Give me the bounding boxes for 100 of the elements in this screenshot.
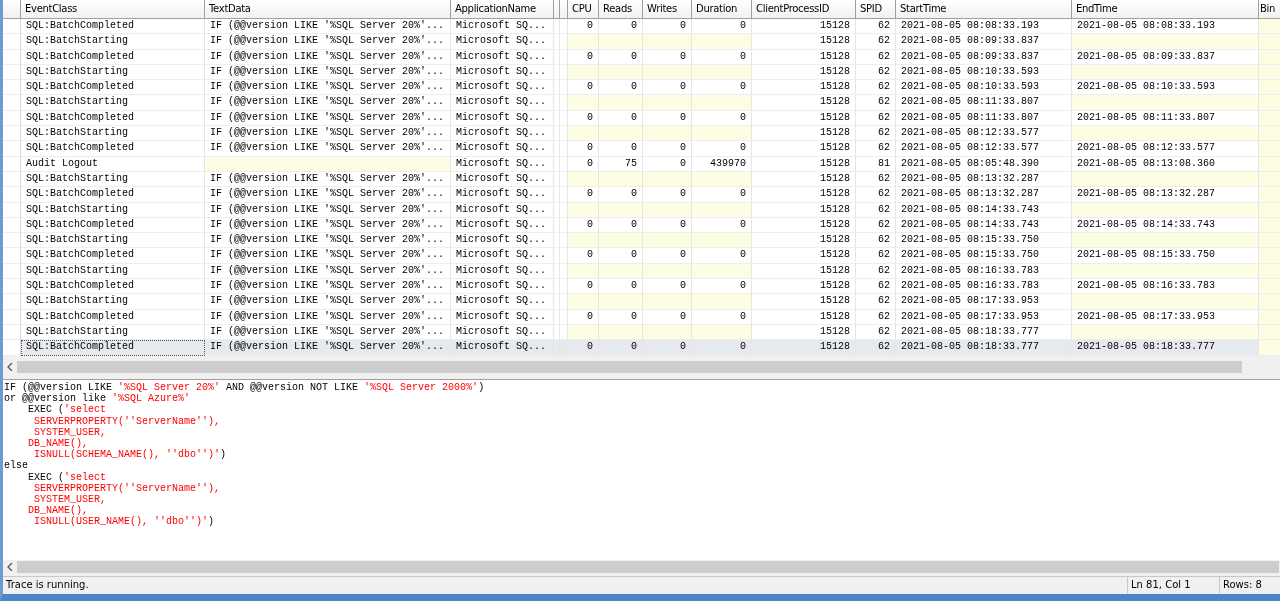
table-cell: 62 — [856, 49, 896, 65]
table-cell: 2021-08-05 08:09:33.837 — [1072, 49, 1259, 65]
status-message: Trace is running. — [3, 577, 1128, 594]
column-header[interactable]: SPID — [856, 0, 896, 19]
table-cell: 15128 — [752, 248, 856, 264]
table-cell: 0 — [692, 187, 752, 203]
table-cell: 62 — [856, 34, 896, 50]
table-cell: 2021-08-05 08:18:33.777 — [896, 340, 1072, 356]
table-cell: 62 — [856, 294, 896, 310]
trace-row[interactable]: SQL:BatchCompleted IF (@@version LIKE '%SQL Server 20%'... Microsoft SQ... 0 0 0 0 15128 62 2021-08-05 08:13:32.287 2021-08-05 08:13:32.287 — [3, 187, 1280, 203]
table-cell: 0 — [568, 340, 599, 356]
row-selector[interactable] — [3, 34, 21, 50]
table-cell: 0 — [568, 141, 599, 157]
table-cell: 0 — [568, 248, 599, 264]
trace-row[interactable]: SQL:BatchStarting IF (@@version LIKE '%SQL Server 20%'... Microsoft SQ... 15128 62 2021-08-05 08:17:33.953 — [3, 294, 1280, 310]
table-cell: 0 — [643, 49, 692, 65]
table-cell: SQL:BatchCompleted — [21, 340, 205, 356]
table-cell — [692, 126, 752, 142]
column-header[interactable]: Duration — [692, 0, 752, 19]
table-cell: 0 — [692, 340, 752, 356]
trace-row[interactable]: SQL:BatchCompleted IF (@@version LIKE '%SQL Server 20%'... Microsoft SQ... 0 0 0 0 15128 62 2021-08-05 08:16:33.783 2021-08-05 08:16:33.783 — [3, 279, 1280, 295]
trace-row[interactable]: SQL:BatchStarting IF (@@version LIKE '%SQL Server 20%'... Microsoft SQ... 15128 62 2021-08-05 08:11:33.807 — [3, 95, 1280, 111]
code-line: SERVERPROPERTY(''ServerName''), — [33, 415, 222, 427]
column-header[interactable]: ClientProcessID — [752, 0, 856, 19]
table-cell: Audit Logout — [21, 156, 205, 172]
table-cell: Microsoft SQ... — [451, 202, 554, 218]
trace-row[interactable]: SQL:BatchStarting IF (@@version LIKE '%SQL Server 20%'... Microsoft SQ... 15128 62 2021-08-05 08:15:33.750 — [3, 233, 1280, 249]
column-header[interactable]: Writes — [643, 0, 692, 19]
trace-row[interactable]: SQL:BatchCompleted IF (@@version LIKE '%SQL Server 20%'... Microsoft SQ... 0 0 0 0 15128 62 2021-08-05 08:08:33.193 2021-08-05 08:08:33.193 — [3, 19, 1280, 35]
trace-row[interactable]: SQL:BatchStarting IF (@@version LIKE '%SQL Server 20%'... Microsoft SQ... 15128 62 2021-08-05 08:09:33.837 — [3, 34, 1280, 50]
table-cell: 15128 — [752, 156, 856, 172]
table-cell: IF (@@version LIKE '%SQL Server 20%'... — [205, 49, 451, 65]
table-cell: 2021-08-05 08:11:33.807 — [896, 95, 1072, 111]
row-selector[interactable] — [3, 187, 21, 203]
row-selector[interactable] — [3, 126, 21, 142]
table-cell: 0 — [568, 187, 599, 203]
trace-row[interactable]: SQL:BatchCompleted IF (@@version LIKE '%SQL Server 20%'... Microsoft SQ... 0 0 0 0 15128 62 2021-08-05 08:12:33.577 2021-08-05 08:12:33.577 — [3, 141, 1280, 157]
table-cell: 0 — [643, 156, 692, 172]
table-cell: 0 — [599, 187, 643, 203]
table-cell: 0 — [643, 309, 692, 325]
table-cell: 2021-08-05 08:05:48.390 — [896, 156, 1072, 172]
row-selector[interactable] — [3, 80, 21, 96]
table-cell: SQL:BatchCompleted — [21, 187, 205, 203]
table-cell — [643, 233, 692, 249]
column-header[interactable]: Bin — [1259, 0, 1280, 19]
table-cell — [692, 233, 752, 249]
trace-row[interactable]: SQL:BatchCompleted IF (@@version LIKE '%SQL Server 20%'... Microsoft SQ... 0 0 0 0 15128 62 2021-08-05 08:18:33.777 2021-08-05 08:18:33.777 — [3, 340, 1280, 356]
table-cell: Microsoft SQ... — [451, 141, 554, 157]
row-selector[interactable] — [3, 141, 21, 157]
table-cell: IF (@@version LIKE '%SQL Server 20%'... — [205, 309, 451, 325]
row-selector-header — [3, 0, 21, 19]
column-header[interactable]: Reads — [599, 0, 643, 19]
table-cell — [643, 34, 692, 50]
table-cell: SQL:BatchCompleted — [21, 248, 205, 264]
code-line: DB_NAME(), — [27, 437, 88, 450]
row-selector[interactable] — [3, 95, 21, 111]
trace-row[interactable]: SQL:BatchStarting IF (@@version LIKE '%SQL Server 20%'... Microsoft SQ... 15128 62 2021-08-05 08:12:33.577 — [3, 126, 1280, 142]
column-header[interactable]: ApplicationName — [451, 0, 554, 19]
table-cell — [599, 294, 643, 310]
table-cell — [599, 233, 643, 249]
table-cell: IF (@@version LIKE '%SQL Server 20%'... — [205, 202, 451, 218]
table-cell — [568, 294, 599, 310]
row-count: Rows: 8 — [1222, 578, 1263, 592]
column-header[interactable]: EventClass — [21, 0, 205, 19]
code-line: DB_NAME(), — [27, 505, 88, 517]
table-cell: 2021-08-05 08:17:33.953 — [1072, 309, 1259, 325]
table-cell: 2021-08-05 08:17:33.953 — [896, 309, 1072, 325]
row-selector[interactable] — [3, 279, 21, 295]
code-line: SYSTEM_USER, — [33, 426, 108, 438]
table-cell: 15128 — [752, 294, 856, 310]
row-selector[interactable] — [3, 19, 21, 35]
trace-row[interactable]: SQL:BatchCompleted IF (@@version LIKE '%SQL Server 20%'... Microsoft SQ... 0 0 0 0 15128 62 2021-08-05 08:10:33.593 2021-08-05 08:10:33.593 — [3, 80, 1280, 96]
table-cell: 0 — [692, 141, 752, 157]
table-cell: 62 — [856, 141, 896, 157]
column-header[interactable]: CPU — [568, 0, 599, 19]
table-cell: 0 — [599, 309, 643, 325]
table-cell: 2021-08-05 08:09:33.837 — [896, 49, 1072, 65]
table-cell: IF (@@version LIKE '%SQL Server 20%'... — [205, 248, 451, 264]
table-cell: IF (@@version LIKE '%SQL Server 20%'... — [205, 340, 451, 356]
row-selector[interactable] — [3, 233, 21, 249]
table-cell: Microsoft SQ... — [451, 95, 554, 111]
table-cell: 2021-08-05 08:15:33.750 — [896, 248, 1072, 264]
table-cell: 0 — [643, 141, 692, 157]
trace-row[interactable]: SQL:BatchCompleted IF (@@version LIKE '%SQL Server 20%'... Microsoft SQ... 0 0 0 0 15128 62 2021-08-05 08:15:33.750 2021-08-05 08:15:33.750 — [3, 248, 1280, 264]
table-cell: Microsoft SQ... — [451, 294, 554, 310]
column-header[interactable]: EndTime — [1072, 0, 1259, 19]
table-cell: 15128 — [752, 340, 856, 356]
row-selector[interactable] — [3, 248, 21, 264]
code-line: IF (@@version LIKE '%SQL Server 20%' AND @@version NOT LIKE '%SQL Server 2000%') — [4, 382, 486, 394]
column-header[interactable]: StartTime — [896, 0, 1072, 19]
table-cell: 15128 — [752, 95, 856, 111]
table-cell — [568, 95, 599, 111]
row-selector[interactable] — [3, 294, 21, 310]
table-cell: 0 — [599, 340, 643, 356]
table-cell — [568, 233, 599, 249]
table-cell: 2021-08-05 08:13:32.287 — [1072, 187, 1259, 203]
table-cell: SQL:BatchCompleted — [21, 309, 205, 325]
table-cell: 0 — [599, 49, 643, 65]
column-header[interactable]: TextData — [205, 0, 451, 19]
table-cell: 62 — [856, 248, 896, 264]
